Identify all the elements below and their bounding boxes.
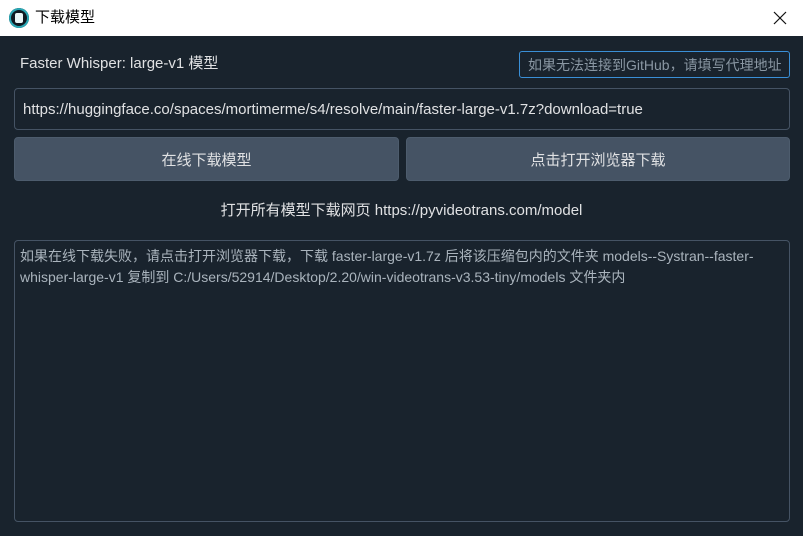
close-button[interactable] [757, 0, 803, 36]
close-icon [773, 11, 787, 25]
title-bar: 下载模型 [0, 0, 803, 36]
download-model-window: 下载模型 Faster Whisper: large-v1 模型 在线下载模型 … [0, 0, 803, 536]
all-models-page-link[interactable]: 打开所有模型下载网页 https://pyvideotrans.com/mode… [0, 201, 803, 221]
download-instructions-text[interactable]: 如果在线下载失败，请点击打开浏览器下载，下载 faster-large-v1.7… [14, 240, 790, 522]
model-name-label: Faster Whisper: large-v1 模型 [20, 55, 219, 72]
proxy-input[interactable] [519, 51, 790, 78]
window-title: 下载模型 [35, 9, 96, 26]
online-download-button[interactable]: 在线下载模型 [14, 137, 399, 181]
open-browser-download-button[interactable]: 点击打开浏览器下载 [406, 137, 790, 181]
app-logo-icon [9, 8, 29, 28]
download-url-input[interactable] [14, 88, 790, 130]
